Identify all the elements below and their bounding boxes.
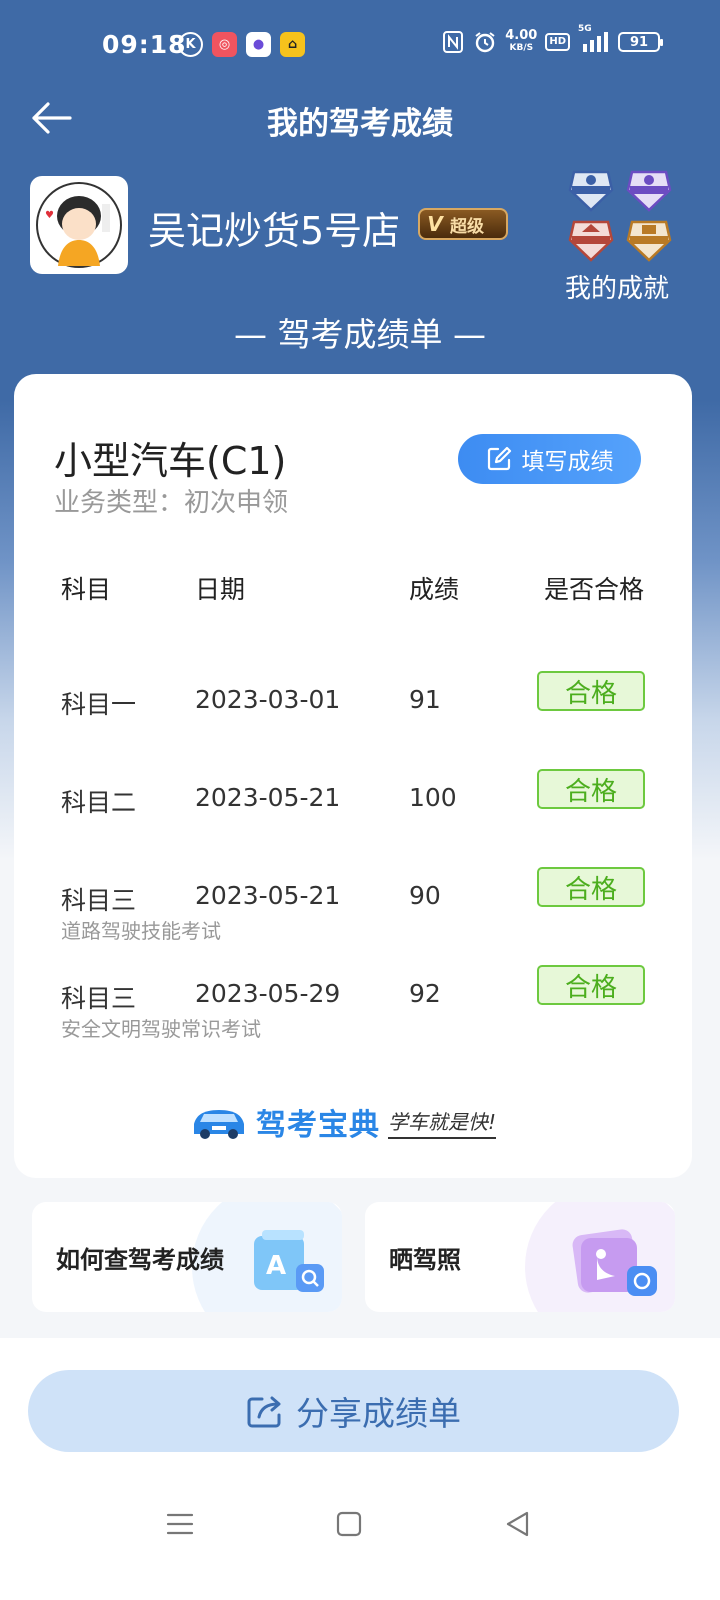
avatar-image: ♥ [36, 182, 122, 268]
photo-share-icon [572, 1229, 657, 1296]
table-row: 科目二 2023-05-21 100 合格 [14, 769, 692, 863]
status-right-icons: 4.00 KB/S HD 5G 91 [441, 24, 663, 54]
header-date: 日期 [195, 575, 246, 604]
row-date: 2023-03-01 [195, 685, 341, 714]
row-note: 道路驾驶技能考试 [61, 919, 221, 943]
edit-icon [487, 446, 511, 471]
header-score: 成绩 [409, 575, 460, 604]
pass-badge: 合格 [537, 965, 645, 1005]
achievements-label: 我的成就 [564, 274, 669, 304]
brand-name: 驾考宝典 [256, 1108, 380, 1143]
page-title: 我的驾考成绩 [267, 106, 453, 142]
medal-subject4-icon [626, 220, 672, 262]
medal-subject1-icon [568, 170, 614, 212]
medal-subject2-icon [626, 170, 672, 212]
share-label: 分享成绩单 [296, 1394, 461, 1433]
brand-slogan: 学车就是快! [388, 1106, 497, 1139]
alarm-icon [473, 30, 497, 54]
row-subject: 科目一 [61, 690, 137, 719]
table-header: 科目 日期 成绩 是否合格 [14, 570, 692, 624]
hd-badge: HD [545, 33, 570, 51]
battery-indicator: 91 [618, 32, 663, 52]
back-triangle-icon[interactable] [502, 1508, 534, 1540]
row-date: 2023-05-21 [195, 783, 341, 812]
fill-score-button[interactable]: 填写成绩 [458, 434, 641, 484]
how-to-check-scores-tile[interactable]: 如何查驾考成绩 A [32, 1202, 342, 1312]
row-subject: 科目三 [61, 886, 137, 915]
username: 吴记炒货5号店 [148, 209, 401, 253]
header-pass: 是否合格 [544, 575, 645, 604]
menu-icon[interactable] [164, 1508, 196, 1540]
table-row: 科目三 2023-05-29 92 合格 安全文明驾驶常识考试 [14, 965, 692, 1059]
achievements-button[interactable]: 我的成就 [562, 166, 672, 305]
system-nav-bar [0, 1490, 720, 1560]
row-score: 90 [409, 881, 441, 910]
svg-text:A: A [266, 1251, 286, 1281]
vip-label: 超级 [450, 216, 484, 237]
share-score-sheet-button[interactable]: 分享成绩单 [28, 1370, 679, 1452]
score-card: 小型汽车(C1) 业务类型：初次申领 填写成绩 科目 日期 成绩 是否合格 科目… [14, 374, 692, 1178]
row-score: 92 [409, 979, 441, 1008]
car-logo-icon [194, 1110, 244, 1139]
table-row: 科目一 2023-03-01 91 合格 [14, 671, 692, 765]
table-row: 科目三 2023-05-21 90 合格 道路驾驶技能考试 [14, 867, 692, 961]
row-subject: 科目二 [61, 788, 137, 817]
row-note: 安全文明驾驶常识考试 [61, 1017, 261, 1041]
camera-app-icon: ◎ [212, 32, 237, 57]
score-table: 科目 日期 成绩 是否合格 科目一 2023-03-01 91 合格 科目二 2… [14, 570, 692, 1041]
brand-logo: 驾考宝典 学车就是快! [190, 1100, 497, 1144]
row-date: 2023-05-21 [195, 881, 341, 910]
row-score: 100 [409, 783, 457, 812]
medal-grid [566, 166, 672, 262]
car-app-icon: ⌂ [280, 32, 305, 57]
network-speed: 4.00 KB/S [505, 28, 538, 53]
row-date: 2023-05-29 [195, 979, 341, 1008]
status-bar: 09:18 K ◎ ● ⌂ 4.00 KB/S HD 5G 91 [0, 0, 720, 90]
header-subject: 科目 [61, 575, 112, 604]
pass-badge: 合格 [537, 867, 645, 907]
medal-subject3-icon [568, 220, 614, 262]
vip-badge[interactable]: V 超级 [418, 208, 508, 240]
pass-badge: 合格 [537, 671, 645, 711]
vip-v-icon: V [427, 212, 443, 236]
notification-icons: K ◎ ● ⌂ [178, 32, 305, 57]
avatar[interactable]: ♥ [30, 176, 128, 274]
nfc-icon [441, 30, 465, 54]
status-time: 09:18 [102, 30, 187, 59]
tile-label: 晒驾照 [389, 1246, 461, 1274]
score-sheet-title: — 驾考成绩单 — [234, 315, 486, 354]
share-icon [247, 1396, 281, 1428]
fill-score-label: 填写成绩 [521, 449, 614, 475]
row-subject: 科目三 [61, 984, 137, 1013]
svg-text:♥: ♥ [45, 210, 54, 221]
browser-app-icon: ● [246, 32, 271, 57]
search-document-icon: A [254, 1230, 324, 1292]
show-license-tile[interactable]: 晒驾照 [365, 1202, 675, 1312]
home-square-icon[interactable] [333, 1508, 365, 1540]
k-app-icon: K [178, 32, 203, 57]
car-type: 小型汽车(C1) [54, 439, 287, 483]
pass-badge: 合格 [537, 769, 645, 809]
tile-label: 如何查驾考成绩 [56, 1246, 224, 1274]
business-type: 业务类型：初次申领 [54, 488, 289, 518]
row-score: 91 [409, 685, 441, 714]
signal-icon: 5G [578, 24, 610, 54]
